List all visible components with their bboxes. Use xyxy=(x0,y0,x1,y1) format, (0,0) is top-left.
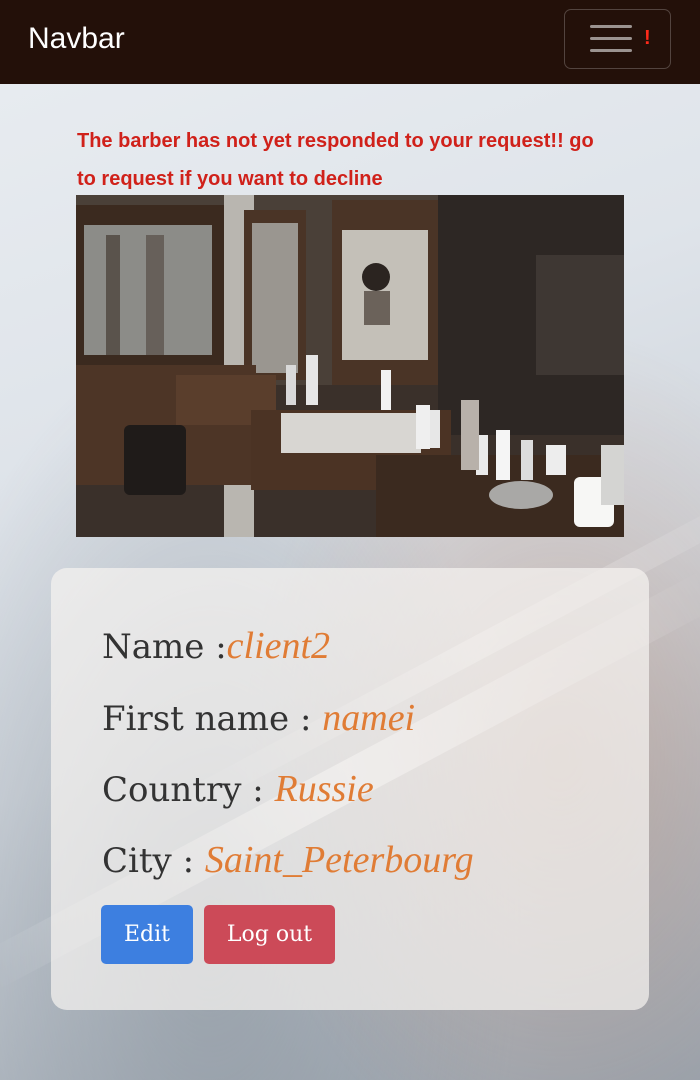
notification-alert-icon: ! xyxy=(644,27,651,49)
first-name-value: namei xyxy=(322,697,416,739)
country-label: Country : xyxy=(102,770,264,810)
barber-shop-image xyxy=(76,195,624,537)
name-row: Name :client2 xyxy=(102,624,330,668)
city-label: City : xyxy=(102,841,195,881)
city-value: Saint_Peterbourg xyxy=(204,839,474,881)
first-name-label: First name : xyxy=(102,699,312,739)
navbar: Navbar ! xyxy=(0,0,700,84)
first-name-row: First name : namei xyxy=(102,696,415,740)
logout-button[interactable]: Log out xyxy=(204,905,335,964)
pending-request-notice: The barber has not yet responded to your… xyxy=(77,130,594,190)
country-value: Russie xyxy=(274,768,374,810)
navbar-toggler-button[interactable]: ! xyxy=(564,9,671,69)
hamburger-icon xyxy=(590,25,632,53)
edit-button[interactable]: Edit xyxy=(101,905,193,964)
country-row: Country : Russie xyxy=(102,767,374,811)
navbar-brand[interactable]: Navbar xyxy=(28,22,125,56)
name-value: client2 xyxy=(226,625,331,667)
city-row: City : Saint_Peterbourg xyxy=(102,838,474,882)
name-label: Name : xyxy=(102,627,227,667)
